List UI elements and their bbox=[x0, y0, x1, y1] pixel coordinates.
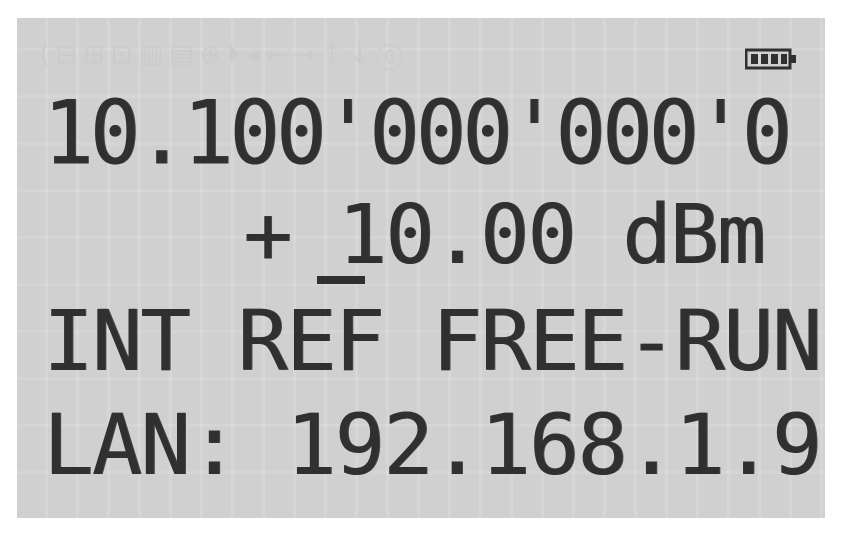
lan-address: LAN: 192.168.1.92 bbox=[43, 396, 825, 494]
power-readout: + 10.00 dBm bbox=[243, 188, 766, 283]
battery-full-icon bbox=[745, 48, 796, 70]
reference-status: INT REF FREE-RUN bbox=[43, 292, 822, 390]
frequency-readout: 10.100'000'000'0 GHz bbox=[43, 81, 825, 185]
edit-cursor bbox=[317, 276, 365, 284]
inactive-status-icons: ⟨⊟⊞⊡▥▤⊕⏵◂←→↑↓⓪ bbox=[39, 40, 410, 70]
lcd-display: ⟨⊟⊞⊡▥▤⊕⏵◂←→↑↓⓪ 10.100'000'000'0 GHz + 10… bbox=[17, 18, 825, 518]
status-icon-row: ⟨⊟⊞⊡▥▤⊕⏵◂←→↑↓⓪ bbox=[17, 18, 825, 78]
